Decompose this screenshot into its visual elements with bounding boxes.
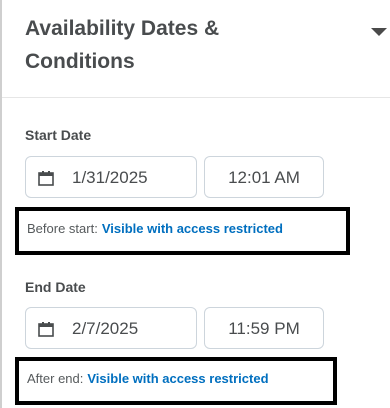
start-visibility-link[interactable]: Visible with access restricted	[102, 221, 283, 236]
end-visibility-row: After end: Visible with access restricted	[27, 371, 269, 386]
start-visibility-row: Before start: Visible with access restric…	[27, 221, 283, 236]
calendar-icon	[38, 170, 54, 186]
end-time-value: 11:59 PM	[228, 319, 300, 338]
end-visibility-link[interactable]: Visible with access restricted	[87, 371, 268, 386]
start-date-label: Start Date	[25, 127, 92, 143]
end-time-input[interactable]: 11:59 PM	[204, 307, 324, 349]
start-date-value: 1/31/2025	[72, 168, 148, 187]
start-date-input[interactable]: 1/31/2025	[25, 156, 197, 198]
start-time-value: 12:01 AM	[228, 168, 300, 187]
start-visibility-prefix: Before start:	[27, 221, 98, 236]
end-date-input[interactable]: 2/7/2025	[25, 307, 197, 349]
start-visibility-highlight: Before start: Visible with access restric…	[15, 207, 350, 255]
caret-down-icon[interactable]	[367, 22, 390, 42]
availability-panel: Availability Dates & Conditions Start Da…	[0, 0, 390, 408]
start-time-input[interactable]: 12:01 AM	[204, 156, 324, 198]
section-header[interactable]: Availability Dates & Conditions	[2, 0, 390, 98]
calendar-icon	[38, 321, 54, 337]
end-visibility-highlight: After end: Visible with access restricted	[15, 357, 337, 405]
section-title: Availability Dates & Conditions	[25, 17, 220, 73]
end-date-label: End Date	[25, 279, 86, 295]
end-visibility-prefix: After end:	[27, 371, 84, 386]
end-date-value: 2/7/2025	[72, 319, 139, 338]
